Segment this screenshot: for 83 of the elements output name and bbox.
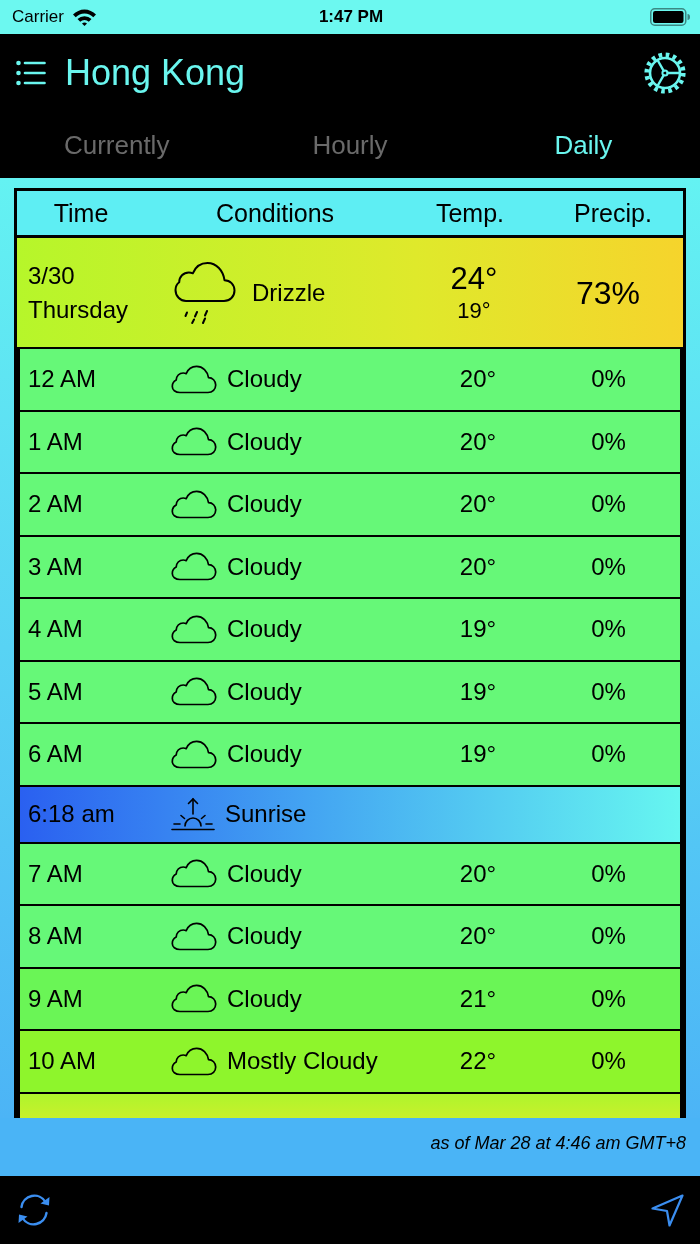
column-header: Time [52, 198, 110, 228]
time-text: 6 AM [28, 739, 84, 770]
refresh-icon[interactable] [16, 1192, 52, 1228]
condition-text: Cloudy [227, 364, 302, 395]
settings-icon[interactable] [644, 52, 686, 94]
temperature-text: 20° [458, 551, 498, 582]
temperature-text: 20° [458, 489, 498, 520]
cloud-icon [171, 677, 217, 707]
temperature-text: 20° [458, 364, 498, 395]
time-text: 12 AM [28, 364, 98, 395]
status-time: 1:47 PM [318, 7, 384, 27]
tab[interactable]: Currently [63, 129, 170, 161]
sunrise-icon [171, 797, 215, 831]
precipitation-text: 0% [590, 364, 627, 395]
time-text: 3 AM [28, 551, 84, 582]
time-text: 2 AM [28, 489, 84, 520]
temperature-text: 20° [458, 858, 498, 889]
condition-text: Mostly Cloudy [227, 1046, 378, 1077]
condition-text: Drizzle [252, 277, 326, 308]
condition-text: Cloudy [227, 676, 302, 707]
time-text: 4 AM [28, 614, 84, 645]
carrier-name: Carrier [12, 7, 64, 27]
low-temperature: 19° [457, 296, 491, 325]
cloud-icon [171, 739, 217, 769]
cloud-icon [171, 364, 217, 394]
temperature-text: 20° [458, 921, 498, 952]
temperature-text: 21° [458, 983, 498, 1014]
temperature-text: 19° [458, 614, 498, 645]
update-time-text: as of Mar 28 at 4:46 am GMT+8 [430, 1132, 686, 1154]
temperature-text: 19° [458, 739, 498, 770]
time-text: 9 AM [28, 983, 84, 1014]
precipitation-text: 0% [590, 1046, 627, 1077]
cloud-icon [171, 921, 217, 951]
location-arrow-icon[interactable] [651, 1193, 684, 1227]
sunrise-label: Sunrise [225, 799, 307, 829]
precipitation-text: 0% [590, 983, 627, 1014]
city-title: Hong Kong [65, 52, 246, 94]
cloud-icon [171, 552, 217, 582]
precipitation-text: 0% [590, 858, 627, 889]
time-text: 1 AM [28, 426, 84, 457]
wifi-signal-icon [71, 8, 97, 26]
time-text: 5 AM [28, 676, 84, 707]
temperature-text: 22° [458, 1046, 498, 1077]
condition-text: Cloudy [227, 858, 302, 889]
menu-icon[interactable] [16, 60, 46, 86]
temperature-text: 20° [458, 426, 498, 457]
high-temperature: 24° [450, 260, 498, 297]
precipitation-text: 0% [590, 739, 627, 770]
temperature-text: 19° [458, 676, 498, 707]
day-weekday: Thursday [28, 294, 130, 325]
precipitation-text: 0% [590, 614, 627, 645]
cloud-icon [171, 614, 217, 644]
time-text: 10 AM [28, 1046, 98, 1077]
precipitation-text: 0% [590, 426, 627, 457]
battery-icon [650, 8, 690, 26]
precipitation-text: 0% [590, 921, 627, 952]
condition-text: Cloudy [227, 489, 302, 520]
column-header: Conditions [214, 198, 336, 228]
precipitation-text: 0% [590, 676, 627, 707]
condition-text: Cloudy [227, 739, 302, 770]
cloud-icon [171, 1046, 217, 1076]
cloud-icon [171, 984, 217, 1014]
column-header: Temp. [434, 198, 506, 228]
condition-text: Cloudy [227, 921, 302, 952]
precipitation-chance: 73% [575, 273, 640, 312]
cloud-icon [171, 489, 217, 519]
column-header: Precip. [573, 198, 653, 228]
rain-cloud-icon [174, 261, 236, 324]
day-date: 3/30 [28, 260, 76, 291]
tab[interactable]: Hourly [312, 129, 388, 161]
precipitation-text: 0% [590, 551, 627, 582]
condition-text: Cloudy [227, 983, 302, 1014]
time-text: 7 AM [28, 858, 84, 889]
time-text: 8 AM [28, 921, 84, 952]
condition-text: Cloudy [227, 614, 302, 645]
time-text: 6:18 am [28, 799, 116, 829]
tab[interactable]: Daily [554, 129, 613, 161]
condition-text: Cloudy [227, 426, 302, 457]
cloud-icon [171, 859, 217, 889]
precipitation-text: 0% [590, 489, 627, 520]
day-summary-row[interactable]: 3/30 Thursday Drizzle 24° 19° 73% [17, 238, 683, 349]
cloud-icon [171, 427, 217, 457]
condition-text: Cloudy [227, 551, 302, 582]
